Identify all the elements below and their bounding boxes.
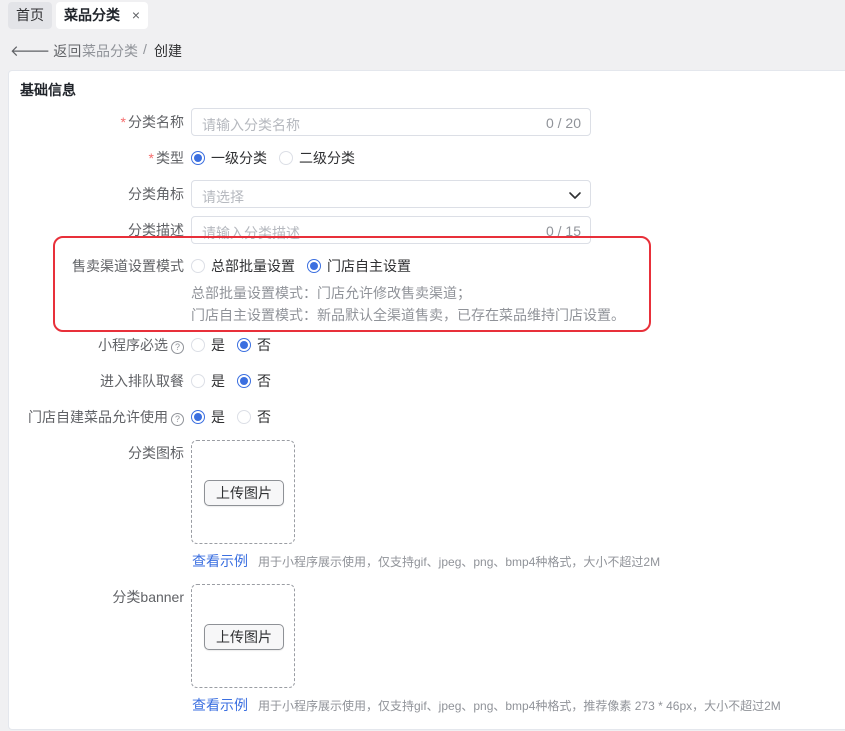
tab-bar: 首页 菜品分类 × <box>0 0 845 32</box>
radio-unchecked-icon <box>237 410 251 424</box>
category-name-input[interactable]: 请输入分类名称 0 / 20 <box>191 108 591 136</box>
queue-pickup-radio-yes[interactable]: 是 <box>191 366 225 396</box>
type-label: * 类型 <box>148 150 184 166</box>
corner-mark-placeholder: 请选择 <box>202 189 244 205</box>
category-icon-hint-line: 查看示例 用于小程序展示使用，仅支持gif、jpeg、png、bmp4种格式，大小… <box>192 551 660 571</box>
breadcrumb-item-create: 创建 <box>154 43 182 59</box>
category-banner-label: 分类banner <box>112 589 184 605</box>
corner-mark-label: 分类角标 <box>128 186 184 202</box>
category-banner-hint: 用于小程序展示使用，仅支持gif、jpeg、png、bmp4种格式，推荐像素 2… <box>258 699 781 713</box>
mini-program-required-radio-yes[interactable]: 是 <box>191 330 225 360</box>
section-title: 基础信息 <box>20 82 76 98</box>
tab-home-label: 首页 <box>16 7 44 23</box>
breadcrumb-item-category[interactable]: 菜品分类 <box>82 41 138 61</box>
radio-checked-icon <box>191 151 205 165</box>
radio-checked-icon <box>237 338 251 352</box>
store-custom-allowed-radio-yes[interactable]: 是 <box>191 402 225 432</box>
question-circle-icon[interactable]: ? <box>171 341 184 354</box>
corner-mark-row: 分类角标 请选择 <box>9 179 845 209</box>
highlight-annotation-box <box>53 236 651 332</box>
queue-pickup-radio-no[interactable]: 否 <box>237 366 271 396</box>
category-banner-upload-area[interactable]: 上传图片 <box>191 584 295 688</box>
close-icon[interactable]: × <box>132 2 140 29</box>
category-name-placeholder: 请输入分类名称 <box>202 117 300 133</box>
store-custom-allowed-row: 门店自建菜品允许使用? 是 否 <box>9 402 845 432</box>
mini-program-required-radio-no[interactable]: 否 <box>237 330 271 360</box>
category-name-counter: 0 / 20 <box>545 115 581 131</box>
mini-program-required-row: 小程序必选? 是 否 <box>9 330 845 360</box>
form-card: 基础信息 * 分类名称 请输入分类名称 0 / 20 * 类型 一级分类 二级分类 … <box>8 70 845 730</box>
type-radio-level2[interactable]: 二级分类 <box>279 143 355 173</box>
category-banner-example-link[interactable]: 查看示例 <box>192 697 248 713</box>
type-row: * 类型 一级分类 二级分类 <box>9 143 845 173</box>
queue-pickup-row: 进入排队取餐 是 否 <box>9 366 845 396</box>
question-circle-icon[interactable]: ? <box>171 413 184 426</box>
required-mark: * <box>148 150 154 166</box>
radio-checked-icon <box>237 374 251 388</box>
breadcrumb: 🡐返回 菜品分类 / 创建 <box>0 36 845 64</box>
radio-unchecked-icon <box>191 338 205 352</box>
tab-dish-category[interactable]: 菜品分类 × <box>56 2 148 29</box>
type-radio-level1[interactable]: 一级分类 <box>191 143 267 173</box>
tab-dish-category-label: 菜品分类 <box>64 7 120 23</box>
category-icon-example-link[interactable]: 查看示例 <box>192 553 248 569</box>
mini-program-required-label: 小程序必选? <box>98 330 184 360</box>
category-icon-upload-area[interactable]: 上传图片 <box>191 440 295 544</box>
category-icon-row: 分类图标 <box>9 438 845 468</box>
category-icon-upload-button[interactable]: 上传图片 <box>204 480 284 506</box>
back-button[interactable]: 🡐返回 <box>10 41 81 61</box>
radio-unchecked-icon <box>191 374 205 388</box>
category-banner-row: 分类banner <box>9 582 845 612</box>
category-icon-label: 分类图标 <box>128 445 184 461</box>
category-banner-hint-line: 查看示例 用于小程序展示使用，仅支持gif、jpeg、png、bmp4种格式，推荐… <box>192 695 781 715</box>
corner-mark-select[interactable]: 请选择 <box>191 180 591 208</box>
category-icon-hint: 用于小程序展示使用，仅支持gif、jpeg、png、bmp4种格式，大小不超过2… <box>258 555 661 569</box>
store-custom-allowed-radio-no[interactable]: 否 <box>237 402 271 432</box>
store-custom-allowed-label: 门店自建菜品允许使用? <box>28 402 184 432</box>
arrow-left-icon: 🡐 <box>10 43 51 60</box>
category-name-label: * 分类名称 <box>120 114 184 130</box>
tab-home[interactable]: 首页 <box>8 2 52 29</box>
queue-pickup-label: 进入排队取餐 <box>100 373 184 389</box>
required-mark: * <box>120 114 126 130</box>
category-banner-upload-button[interactable]: 上传图片 <box>204 624 284 650</box>
breadcrumb-divider <box>68 44 69 57</box>
radio-unchecked-icon <box>279 151 293 165</box>
radio-checked-icon <box>191 410 205 424</box>
breadcrumb-separator: / <box>143 41 147 57</box>
chevron-down-icon <box>569 192 581 199</box>
category-name-row: * 分类名称 请输入分类名称 0 / 20 <box>9 107 845 137</box>
